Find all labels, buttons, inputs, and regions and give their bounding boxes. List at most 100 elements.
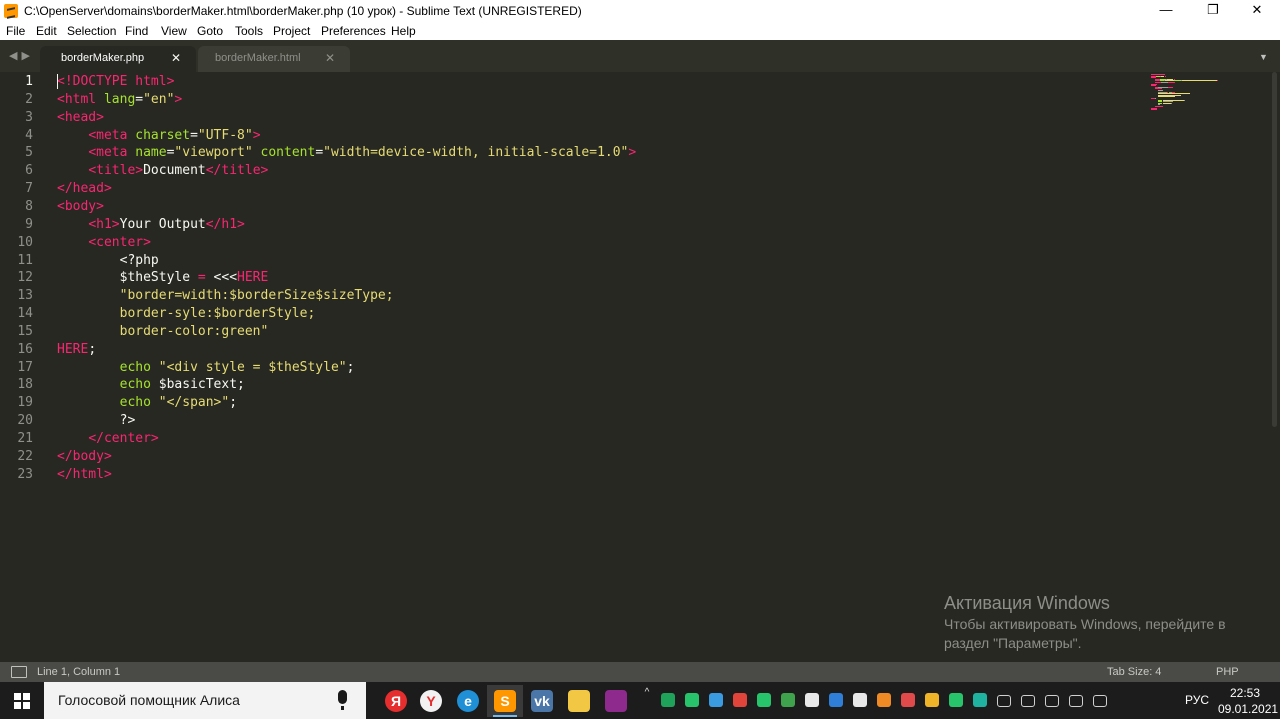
tab-close-icon[interactable]: ✕ <box>171 51 181 65</box>
code-line[interactable]: <html lang="en"> <box>57 91 182 109</box>
orange-app-tray-icon[interactable] <box>877 693 891 707</box>
menu-find[interactable]: Find <box>125 24 148 38</box>
menu-preferences[interactable]: Preferences <box>321 24 386 38</box>
menu-selection[interactable]: Selection <box>67 24 116 38</box>
code-line[interactable]: <!DOCTYPE html> <box>57 73 174 91</box>
code-line[interactable]: </center> <box>57 430 158 448</box>
taskbar-yandex-app-button[interactable]: Я <box>378 685 414 717</box>
code-line[interactable]: <meta name="viewport" content="width=dev… <box>57 144 636 162</box>
tab-bordermaker-php[interactable]: borderMaker.php ✕ <box>40 46 196 72</box>
code-token: </title> <box>205 163 269 179</box>
clock-date[interactable]: 09.01.2021 <box>1218 702 1278 716</box>
code-token: <meta <box>88 145 136 161</box>
maximize-button[interactable]: ❐ <box>1190 0 1236 22</box>
green-circle-tray-icon[interactable] <box>757 693 771 707</box>
tab-list-dropdown-icon[interactable]: ▼ <box>1259 52 1268 62</box>
search-placeholder: Голосовой помощник Алиса <box>58 692 240 708</box>
code-token: HERE <box>57 341 89 357</box>
tab-bordermaker-html[interactable]: borderMaker.html ✕ <box>198 46 350 72</box>
language-indicator[interactable]: РУС <box>1185 693 1209 707</box>
code-line[interactable]: <meta charset="UTF-8"> <box>57 127 260 145</box>
keyboard-tray-icon[interactable] <box>997 695 1011 707</box>
code-line[interactable]: echo "</span>"; <box>57 394 237 412</box>
code-line[interactable]: HERE; <box>57 341 96 359</box>
taskbar-search-box[interactable]: Голосовой помощник Алиса <box>44 682 366 719</box>
code-line[interactable]: <center> <box>57 234 151 252</box>
code-token: = <box>315 145 324 161</box>
code-line[interactable]: ?> <box>57 412 136 430</box>
taskbar-vk-button[interactable]: vk <box>524 685 560 717</box>
code-line[interactable]: echo $basicText; <box>57 376 245 394</box>
code-line[interactable]: echo "<div style = $theStyle"; <box>57 359 355 377</box>
line-number: 19 <box>17 395 33 411</box>
menu-file[interactable]: File <box>6 24 25 38</box>
code-token: ; <box>88 341 97 357</box>
panel-toggle-icon[interactable] <box>11 666 27 678</box>
code-line[interactable]: border-syle:$borderStyle; <box>57 305 316 323</box>
minimap-stroke <box>1151 109 1158 111</box>
close-button[interactable]: ✕ <box>1234 0 1280 22</box>
code-line[interactable]: <title>Document</title> <box>57 162 268 180</box>
cup-tray-icon[interactable] <box>805 693 819 707</box>
checkmark-tray-icon[interactable] <box>685 693 699 707</box>
vpn-tray-icon[interactable] <box>709 693 723 707</box>
clock-time[interactable]: 22:53 <box>1230 686 1260 700</box>
taskbar-winrar-button[interactable] <box>598 685 634 717</box>
microphone-icon[interactable] <box>338 690 347 710</box>
minimap[interactable] <box>1145 72 1270 132</box>
code-editor[interactable]: <!DOCTYPE html> <html lang="en"> <head> <m… <box>57 72 1137 662</box>
minimize-button[interactable]: — <box>1143 0 1189 22</box>
code-line[interactable]: <head> <box>57 109 104 127</box>
volume-tray-icon[interactable] <box>1045 695 1059 707</box>
windows-taskbar: Голосовой помощник Алиса Я Ye Svk ^ РУС 22… <box>0 682 1280 719</box>
code-token: echo <box>119 395 151 411</box>
bluetooth-tray-icon[interactable] <box>829 693 843 707</box>
tab-size-indicator[interactable]: Tab Size: 4 <box>1107 666 1161 678</box>
code-line[interactable]: </body> <box>57 448 112 466</box>
battery-tray-icon[interactable] <box>1021 695 1035 707</box>
vk-icon: vk <box>531 690 553 712</box>
taskbar-file-explorer-button[interactable] <box>561 685 597 717</box>
menu-edit[interactable]: Edit <box>36 24 57 38</box>
menu-project[interactable]: Project <box>273 24 310 38</box>
start-button[interactable] <box>0 682 44 719</box>
taskbar-sublime-text-button[interactable]: S <box>487 685 523 717</box>
line-number: 5 <box>25 145 33 161</box>
shield-tray-icon[interactable] <box>661 693 675 707</box>
code-line[interactable]: $theStyle = <<<HERE <box>57 269 269 287</box>
menu-tools[interactable]: Tools <box>235 24 263 38</box>
scrollbar-thumb[interactable] <box>1272 72 1277 427</box>
minimap-stroke <box>1168 82 1176 83</box>
tab-close-icon[interactable]: ✕ <box>325 51 335 65</box>
code-line[interactable]: <body> <box>57 198 104 216</box>
menu-view[interactable]: View <box>161 24 187 38</box>
cursor-position: Line 1, Column 1 <box>37 666 121 678</box>
teal-app-tray-icon[interactable] <box>973 693 987 707</box>
tray-chevron-icon[interactable]: ^ <box>641 686 653 700</box>
pen-tray-icon[interactable] <box>1093 695 1107 707</box>
code-line[interactable]: "border=width:$borderSize$sizeType; <box>57 287 394 305</box>
menu-help[interactable]: Help <box>391 24 416 38</box>
record-tray-icon[interactable] <box>733 693 747 707</box>
code-line[interactable]: <?php <box>57 252 159 270</box>
code-token: "width=device-width, initial-scale=1.0" <box>323 145 629 161</box>
syntax-indicator[interactable]: PHP <box>1216 666 1239 678</box>
code-line[interactable]: </head> <box>57 180 112 198</box>
red-app-tray-icon[interactable] <box>901 693 915 707</box>
chrome-like-tray-icon[interactable] <box>949 693 963 707</box>
menu-goto[interactable]: Goto <box>197 24 223 38</box>
network-tray-icon[interactable] <box>1069 695 1083 707</box>
taskbar-yandex-browser-button[interactable]: Y <box>413 685 449 717</box>
taskbar-edge-button[interactable]: e <box>450 685 486 717</box>
code-line[interactable]: </html> <box>57 466 112 484</box>
tab-nav-arrows-icon[interactable]: ◀▶ <box>9 49 34 62</box>
code-line[interactable]: border-color:green" <box>57 323 269 341</box>
nvidia-tray-icon[interactable] <box>781 693 795 707</box>
yellow-app-tray-icon[interactable] <box>925 693 939 707</box>
dropbox-tray-icon[interactable] <box>853 693 867 707</box>
code-line[interactable]: <h1>Your Output</h1> <box>57 216 245 234</box>
code-token: </head> <box>57 181 112 197</box>
